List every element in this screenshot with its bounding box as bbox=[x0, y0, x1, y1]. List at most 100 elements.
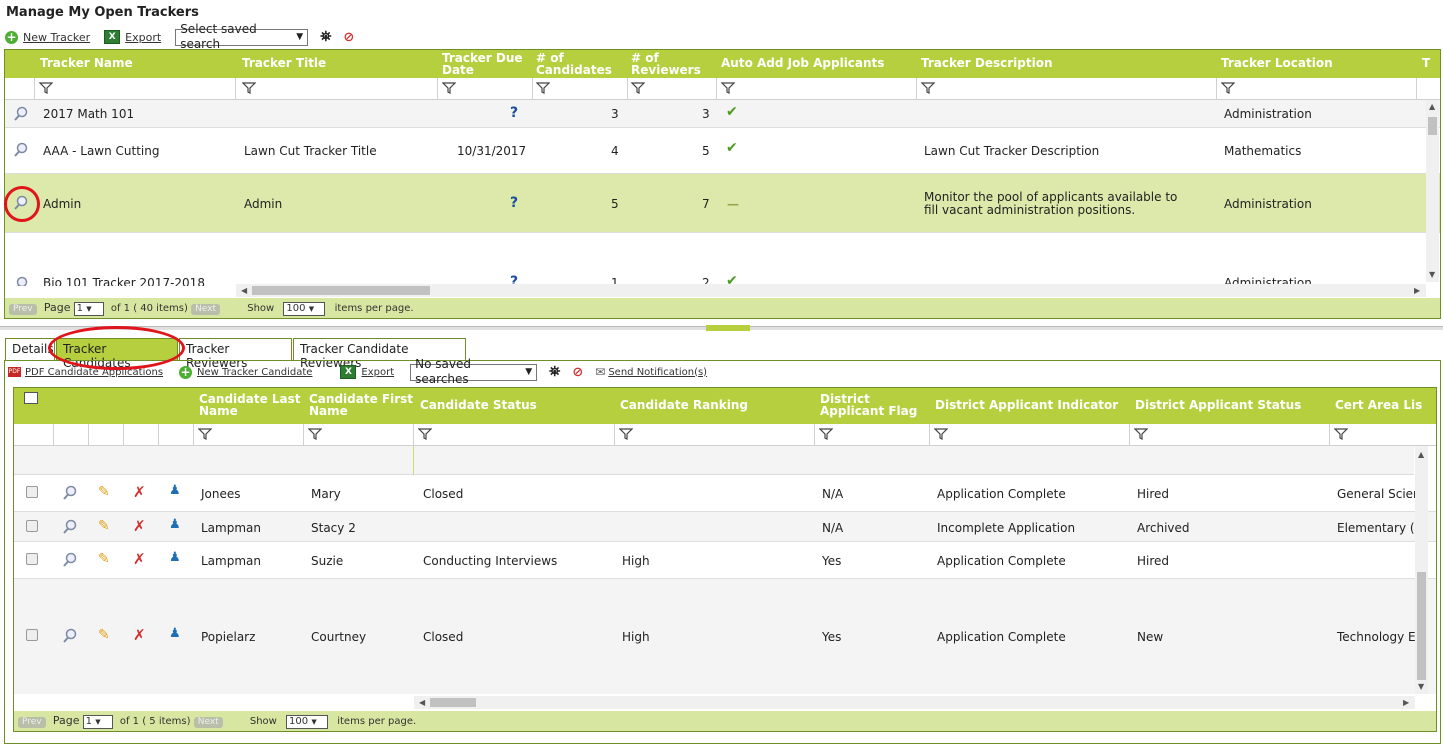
per-page-select[interactable]: 100 ▼ bbox=[283, 302, 326, 316]
view-icon[interactable] bbox=[62, 485, 78, 501]
filter-icon[interactable] bbox=[721, 82, 735, 94]
clear-filter-icon[interactable]: ⊘ bbox=[572, 365, 583, 380]
per-page-select[interactable]: 100 ▼ bbox=[286, 715, 329, 729]
view-icon[interactable] bbox=[13, 106, 29, 122]
candidate-row[interactable]: ✎ ✗ ♟ Lampman Stacy 2 N/A Incomplete App… bbox=[14, 512, 1436, 542]
filter-icon[interactable] bbox=[1221, 82, 1235, 94]
binoculars-icon[interactable]: ⛯ bbox=[320, 29, 331, 45]
send-notification-link[interactable]: Send Notification(s) bbox=[608, 367, 707, 378]
vertical-scrollbar[interactable]: ▲ ▼ bbox=[1415, 446, 1428, 694]
tracker-row[interactable]: 2017 Math 101 ? 3 3 ✔ Administration bbox=[5, 100, 1440, 128]
edit-icon[interactable]: ✎ bbox=[98, 518, 110, 534]
filter-icon[interactable] bbox=[418, 428, 432, 440]
person-icon[interactable]: ♟ bbox=[169, 550, 181, 565]
prev-button[interactable]: Prev bbox=[9, 304, 37, 315]
clear-filter-icon[interactable]: ⊘ bbox=[343, 30, 354, 45]
dash-icon: — bbox=[727, 197, 739, 211]
filter-icon[interactable] bbox=[442, 82, 456, 94]
filter-icon[interactable] bbox=[39, 82, 53, 94]
col-district-applicant-status[interactable]: District Applicant Status bbox=[1135, 399, 1301, 411]
notification-icon[interactable]: ✉ bbox=[595, 365, 605, 379]
filter-icon[interactable] bbox=[934, 428, 948, 440]
col-num-reviewers[interactable]: # of Reviewers bbox=[631, 52, 711, 76]
delete-icon[interactable]: ✗ bbox=[133, 483, 146, 501]
col-tracker-title[interactable]: Tracker Title bbox=[242, 57, 326, 69]
new-candidate-link[interactable]: New Tracker Candidate bbox=[197, 367, 312, 378]
next-button[interactable]: Next bbox=[193, 717, 223, 728]
view-icon[interactable] bbox=[13, 142, 29, 158]
col-district-applicant-indicator[interactable]: District Applicant Indicator bbox=[935, 399, 1118, 411]
help-icon[interactable]: ? bbox=[510, 105, 518, 121]
tracker-row-selected[interactable]: Admin Admin ? 5 7 — Monitor the pool of … bbox=[5, 174, 1440, 233]
col-cert-area[interactable]: Cert Area Lis bbox=[1335, 399, 1422, 411]
edit-icon[interactable]: ✎ bbox=[98, 484, 110, 500]
next-button[interactable]: Next bbox=[191, 304, 221, 315]
person-icon[interactable]: ♟ bbox=[169, 626, 181, 641]
filter-icon[interactable] bbox=[536, 82, 550, 94]
edit-icon[interactable]: ✎ bbox=[98, 627, 110, 643]
col-last-name[interactable]: Candidate Last Name bbox=[199, 393, 304, 417]
person-icon[interactable]: ♟ bbox=[169, 483, 181, 498]
binoculars-icon[interactable]: ⛯ bbox=[549, 364, 560, 380]
row-checkbox[interactable] bbox=[26, 520, 38, 532]
col-t[interactable]: T bbox=[1422, 57, 1430, 69]
col-tracker-name[interactable]: Tracker Name bbox=[40, 57, 133, 69]
col-first-name[interactable]: Candidate First Name bbox=[309, 393, 417, 417]
help-icon[interactable]: ? bbox=[510, 195, 518, 211]
view-icon[interactable] bbox=[13, 276, 29, 286]
filter-icon[interactable] bbox=[921, 82, 935, 94]
delete-icon[interactable]: ✗ bbox=[133, 626, 146, 644]
page-label: Page bbox=[52, 714, 80, 727]
row-checkbox[interactable] bbox=[26, 486, 38, 498]
view-icon[interactable] bbox=[62, 628, 78, 644]
filter-icon[interactable] bbox=[1134, 428, 1148, 440]
delete-icon[interactable]: ✗ bbox=[133, 550, 146, 568]
col-candidate-status[interactable]: Candidate Status bbox=[420, 399, 537, 411]
filter-icon[interactable] bbox=[308, 428, 322, 440]
filter-icon[interactable] bbox=[242, 82, 256, 94]
plus-icon[interactable]: + bbox=[5, 30, 18, 44]
saved-search-select[interactable]: Select saved search ▼ bbox=[175, 22, 309, 51]
edit-icon[interactable]: ✎ bbox=[98, 551, 110, 567]
row-checkbox[interactable] bbox=[26, 553, 38, 565]
splitter-handle[interactable] bbox=[706, 325, 750, 331]
excel-icon[interactable]: X bbox=[104, 30, 121, 44]
tracker-row[interactable]: AAA - Lawn Cutting Lawn Cut Tracker Titl… bbox=[5, 128, 1440, 174]
filter-icon[interactable] bbox=[631, 82, 645, 94]
candidate-row[interactable]: ✎ ✗ ♟ Jonees Mary Closed N/A Application… bbox=[14, 475, 1436, 512]
col-tracker-due-date[interactable]: Tracker Due Date bbox=[442, 52, 527, 76]
excel-icon[interactable]: X bbox=[340, 365, 357, 379]
row-checkbox[interactable] bbox=[26, 629, 38, 641]
vertical-scrollbar[interactable]: ▲ ▼ bbox=[1426, 100, 1439, 282]
pdf-icon[interactable]: PDF bbox=[8, 367, 21, 377]
export-link[interactable]: Export bbox=[125, 31, 161, 44]
horizontal-scrollbar[interactable]: ◀ ▶ bbox=[236, 284, 1426, 297]
person-icon[interactable]: ♟ bbox=[169, 517, 181, 532]
col-auto-add[interactable]: Auto Add Job Applicants bbox=[721, 57, 884, 69]
prev-button[interactable]: Prev bbox=[18, 717, 46, 728]
filter-icon[interactable] bbox=[198, 428, 212, 440]
filter-icon[interactable] bbox=[819, 428, 833, 440]
tracker-row[interactable]: Bio 101 Tracker 2017-2018 ? 1 2 ✔ Admini… bbox=[5, 233, 1440, 286]
tab-tracker-reviewers[interactable]: Tracker Reviewers bbox=[179, 338, 292, 370]
page-select[interactable]: 1 ▼ bbox=[73, 302, 104, 316]
candidate-row[interactable]: ✎ ✗ ♟ Lampman Suzie Conducting Interview… bbox=[14, 542, 1436, 579]
col-tracker-description[interactable]: Tracker Description bbox=[921, 57, 1053, 69]
view-icon[interactable] bbox=[62, 519, 78, 535]
col-tracker-location[interactable]: Tracker Location bbox=[1221, 57, 1333, 69]
candidate-row[interactable]: ✎ ✗ ♟ Popielarz Courtney Closed High Yes… bbox=[14, 579, 1436, 694]
view-icon[interactable] bbox=[62, 552, 78, 568]
plus-icon[interactable]: + bbox=[179, 365, 193, 379]
col-district-applicant-flag[interactable]: District Applicant Flag bbox=[820, 393, 938, 417]
saved-search-select[interactable]: No saved searches ▼ bbox=[410, 357, 538, 386]
delete-icon[interactable]: ✗ bbox=[133, 517, 146, 535]
horizontal-scrollbar[interactable]: ◀ ▶ bbox=[414, 696, 1415, 709]
col-num-candidates[interactable]: # of Candidates bbox=[536, 52, 616, 76]
new-tracker-link[interactable]: New Tracker bbox=[23, 31, 90, 44]
select-all-checkbox[interactable] bbox=[24, 392, 38, 404]
export-link[interactable]: Export bbox=[361, 367, 394, 378]
col-candidate-ranking[interactable]: Candidate Ranking bbox=[620, 399, 748, 411]
filter-icon[interactable] bbox=[619, 428, 633, 440]
filter-icon[interactable] bbox=[1334, 428, 1348, 440]
page-select[interactable]: 1 ▼ bbox=[82, 715, 113, 729]
